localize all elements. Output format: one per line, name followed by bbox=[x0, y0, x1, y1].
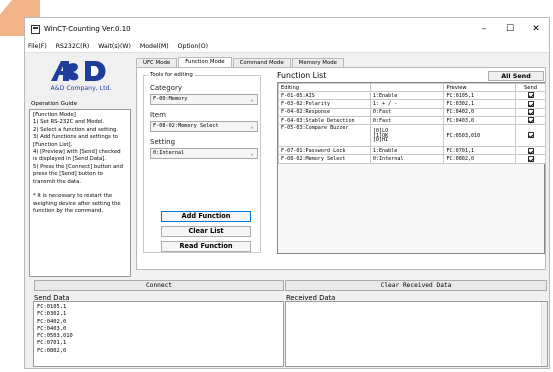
title-bar: WinCT-Counting Ver.0.10 – ☐ ✕ bbox=[25, 18, 549, 40]
row-editing: F-05-03:Compare Buzzer bbox=[278, 124, 371, 148]
app-icon bbox=[31, 24, 40, 34]
send-data-textarea[interactable]: FC:0105,1 FC:0302,1 FC:0402,0 FC:0403,0 … bbox=[33, 301, 284, 367]
table-row[interactable]: F-03-02:Polarity 1: + / - FC:0302,1 bbox=[278, 99, 546, 109]
setting-label: Setting bbox=[150, 138, 176, 146]
send-line: FC:0403,0 bbox=[37, 325, 67, 332]
send-checkbox[interactable] bbox=[527, 100, 534, 107]
send-checkbox[interactable] bbox=[527, 92, 534, 99]
function-list-table: Editing Preview Send F-01-05:AIS 1:Enabl… bbox=[277, 82, 546, 254]
guide-title: Operation Guide bbox=[31, 101, 78, 107]
row-preview: FC:0403,0 bbox=[443, 115, 517, 126]
company-name: A&D Company, Ltd. bbox=[50, 85, 112, 92]
minimize-icon[interactable]: – bbox=[471, 24, 497, 34]
row-preview: FC:0802,0 bbox=[443, 154, 517, 164]
function-list-title: Function List bbox=[277, 71, 327, 80]
row-setting-hi: [0]HI bbox=[372, 137, 389, 144]
and-logo-icon bbox=[51, 61, 106, 81]
clear-received-data-button[interactable]: Clear Received Data bbox=[285, 280, 547, 291]
row-setting: 0:Internal bbox=[369, 154, 445, 164]
chevron-down-icon: ⌄ bbox=[250, 123, 254, 130]
table-row[interactable]: F-04-03:Stable Detection 0:Fast FC:0403,… bbox=[278, 115, 546, 126]
item-select[interactable]: F-08-02:Memory Select ⌄ bbox=[150, 121, 258, 132]
row-preview: FC:0701,1 bbox=[443, 146, 517, 156]
category-value: F-00:Memory bbox=[153, 96, 188, 102]
all-send-button[interactable]: All Send bbox=[488, 71, 544, 81]
send-line: FC:0701,1 bbox=[37, 340, 67, 347]
column-header-preview: Preview bbox=[443, 83, 517, 92]
send-checkbox[interactable] bbox=[527, 147, 534, 154]
received-scrollbar[interactable] bbox=[541, 302, 547, 366]
category-select[interactable]: F-00:Memory ⌄ bbox=[150, 94, 258, 105]
row-editing: F-04-02:Response bbox=[278, 107, 371, 117]
send-checkbox[interactable] bbox=[527, 108, 534, 115]
tab-command-mode[interactable]: Command Mode bbox=[232, 58, 291, 67]
send-line: FC:0105,1 bbox=[37, 304, 67, 310]
read-function-button[interactable]: Read Function bbox=[161, 241, 251, 252]
function-mode-panel: Tools for editing Category F-00:Memory ⌄… bbox=[136, 67, 546, 270]
table-row[interactable]: F-01-05:AIS 1:Enable FC:0105,1 bbox=[278, 90, 546, 101]
app-window: WinCT-Counting Ver.0.10 – ☐ ✕ File(F) RS… bbox=[24, 17, 550, 369]
column-header-send: Send bbox=[515, 83, 546, 92]
send-checkbox[interactable] bbox=[527, 155, 534, 162]
column-header-setting bbox=[369, 83, 445, 92]
left-panel: A&D Company, Ltd. Operation Guide [Funct… bbox=[27, 55, 131, 277]
table-header-row: Editing Preview Send bbox=[278, 83, 546, 92]
row-setting: 1: + / - bbox=[369, 99, 445, 109]
send-line: FC:0302,1 bbox=[37, 311, 67, 318]
item-label: Item bbox=[150, 111, 166, 119]
editing-tools-group: Tools for editing Category F-00:Memory ⌄… bbox=[143, 72, 261, 253]
window-title: WinCT-Counting Ver.0.10 bbox=[44, 25, 131, 33]
row-setting: 1:Enable bbox=[369, 90, 445, 101]
row-editing: F-01-05:AIS bbox=[278, 90, 371, 101]
menu-option[interactable]: Option(O) bbox=[178, 43, 208, 50]
send-line: FC:0402,0 bbox=[37, 318, 67, 325]
row-editing: F-07-01:Password Lock bbox=[278, 146, 371, 156]
tab-function-mode[interactable]: Function Mode bbox=[178, 57, 232, 67]
chevron-down-icon: ⌄ bbox=[250, 96, 254, 103]
maximize-icon[interactable]: ☐ bbox=[497, 24, 523, 34]
row-preview: FC:0105,1 bbox=[443, 90, 517, 101]
row-setting: 0:Fast bbox=[369, 107, 445, 117]
row-editing: F-08-02:Memory Select bbox=[278, 154, 371, 164]
table-row[interactable]: F-08-02:Memory Select 0:Internal FC:0802… bbox=[278, 154, 546, 164]
send-checkbox[interactable] bbox=[527, 132, 534, 139]
menu-rs232c[interactable]: RS232C(R) bbox=[56, 43, 90, 50]
row-preview: FC:0503,010 bbox=[443, 124, 517, 148]
menu-bar: File(F) RS232C(R) Wait(s)(W) Model(M) Op… bbox=[25, 40, 549, 53]
received-data-textarea[interactable] bbox=[285, 301, 548, 367]
send-line: FC:0802,0 bbox=[37, 347, 67, 354]
column-header-editing: Editing bbox=[278, 83, 371, 92]
operation-guide-text: [Function Mode] 1) Set RS-232C and Model… bbox=[29, 109, 131, 277]
row-setting-multi: [0]LO [1]OK [0]HI bbox=[369, 124, 445, 148]
category-label: Category bbox=[150, 84, 182, 92]
menu-model[interactable]: Model(M) bbox=[140, 43, 169, 50]
connect-button[interactable]: Connect bbox=[34, 280, 284, 291]
editing-tools-legend: Tools for editing bbox=[148, 72, 195, 78]
item-value: F-08-02:Memory Select bbox=[153, 123, 219, 129]
menu-file[interactable]: File(F) bbox=[28, 43, 47, 50]
send-checkbox[interactable] bbox=[527, 117, 534, 124]
row-editing: F-04-03:Stable Detection bbox=[278, 115, 371, 126]
row-setting: 1:Enable bbox=[369, 146, 445, 156]
row-preview: FC:0302,1 bbox=[443, 99, 517, 109]
menu-wait[interactable]: Wait(s)(W) bbox=[98, 43, 131, 50]
close-icon[interactable]: ✕ bbox=[523, 24, 549, 34]
table-row[interactable]: F-05-03:Compare Buzzer [0]LO [1]OK [0]HI… bbox=[278, 124, 546, 148]
tab-memory-mode[interactable]: Memory Mode bbox=[291, 58, 344, 67]
row-setting: 0:Fast bbox=[369, 115, 445, 126]
tab-ufc-mode[interactable]: UFC Mode bbox=[136, 58, 178, 67]
chevron-down-icon: ⌄ bbox=[250, 150, 254, 157]
setting-select[interactable]: 0:Internal ⌄ bbox=[150, 148, 258, 159]
mode-tabs: UFC Mode Function Mode Command Mode Memo… bbox=[136, 57, 345, 67]
row-editing: F-03-02:Polarity bbox=[278, 99, 371, 109]
setting-value: 0:Internal bbox=[153, 150, 185, 156]
clear-list-button[interactable]: Clear List bbox=[161, 226, 251, 237]
table-row[interactable]: F-07-01:Password Lock 1:Enable FC:0701,1 bbox=[278, 146, 546, 156]
send-line: FC:0503,010 bbox=[37, 333, 73, 340]
table-row[interactable]: F-04-02:Response 0:Fast FC:0402,0 bbox=[278, 107, 546, 117]
add-function-button[interactable]: Add Function bbox=[161, 211, 251, 222]
row-preview: FC:0402,0 bbox=[443, 107, 517, 117]
